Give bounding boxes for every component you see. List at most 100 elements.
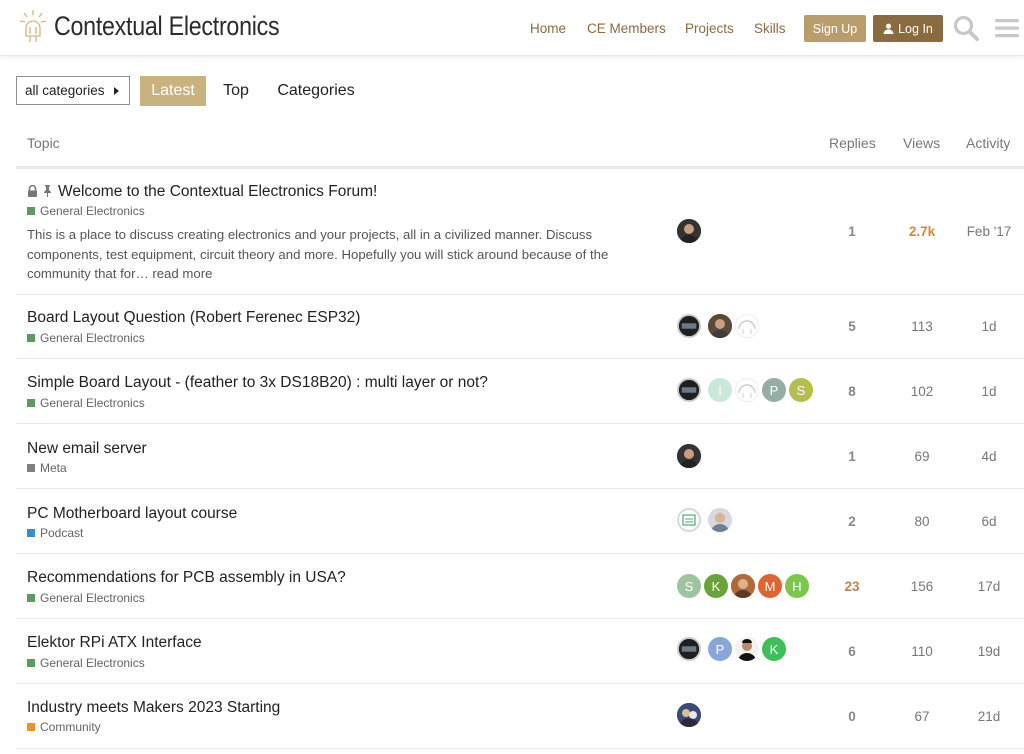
poster-avatar[interactable]: S <box>677 574 701 598</box>
replies-count: 5 <box>848 319 856 334</box>
tab-categories[interactable]: Categories <box>270 76 362 106</box>
row-divider <box>16 358 1024 359</box>
category-badge-icon <box>27 399 35 407</box>
tab-top[interactable]: Top <box>215 76 257 106</box>
topic-category[interactable]: Podcast <box>27 526 83 540</box>
category-dropdown[interactable]: all categories <box>16 76 130 105</box>
poster-avatar[interactable] <box>735 637 759 661</box>
logo-avatar-icon <box>682 514 696 526</box>
poster-avatar[interactable]: M <box>758 574 782 598</box>
row-divider <box>16 423 1024 424</box>
poster-avatar[interactable]: H <box>785 574 809 598</box>
topic-category[interactable]: General Electronics <box>27 204 145 218</box>
views-count: 67 <box>914 709 930 724</box>
row-divider <box>16 294 1024 295</box>
col-replies[interactable]: Replies <box>829 135 876 151</box>
topic-title[interactable]: Board Layout Question (Robert Ferenec ES… <box>27 309 360 327</box>
topic-category[interactable]: Community <box>27 720 101 734</box>
topic-title[interactable]: Simple Board Layout - (feather to 3x DS1… <box>27 374 488 392</box>
activity-time[interactable]: 6d <box>959 514 1019 529</box>
person-photo-icon <box>677 444 701 468</box>
nav-skills[interactable]: Skills <box>754 21 786 36</box>
board-photo-icon <box>679 316 699 336</box>
site-logo[interactable]: Contextual Electronics <box>18 8 316 44</box>
replies-count: 8 <box>848 384 856 399</box>
activity-time[interactable]: 1d <box>959 319 1019 334</box>
col-topic[interactable]: Topic <box>27 135 60 151</box>
logo-avatar-icon <box>738 320 756 334</box>
poster-avatar[interactable] <box>735 378 759 402</box>
poster-avatar[interactable]: K <box>704 574 728 598</box>
poster-avatar[interactable] <box>677 444 701 468</box>
nav-ce-members[interactable]: CE Members <box>587 21 666 36</box>
poster-avatar[interactable] <box>708 508 732 532</box>
poster-avatar[interactable]: K <box>762 637 786 661</box>
views-count: 110 <box>911 644 933 659</box>
nav-home[interactable]: Home <box>530 21 566 36</box>
board-photo-icon <box>679 639 699 659</box>
poster-avatar[interactable] <box>677 508 701 532</box>
category-badge-icon <box>27 659 35 667</box>
category-label: General Electronics <box>40 396 145 410</box>
poster-avatar[interactable] <box>677 314 701 338</box>
poster-avatar[interactable] <box>677 637 701 661</box>
topic-category[interactable]: General Electronics <box>27 396 145 410</box>
group-photo-icon <box>677 703 701 727</box>
topic-title[interactable]: Recommendations for PCB assembly in USA? <box>27 569 346 587</box>
search-icon[interactable] <box>952 14 980 42</box>
col-activity[interactable]: Activity <box>966 135 1010 151</box>
poster-avatar[interactable] <box>677 703 701 727</box>
category-label: General Electronics <box>40 656 145 670</box>
person-photo-icon <box>708 508 732 532</box>
activity-time[interactable]: 19d <box>959 644 1019 659</box>
poster-avatar[interactable]: S <box>789 378 813 402</box>
sign-up-button[interactable]: Sign Up <box>804 15 866 42</box>
user-icon <box>883 23 894 34</box>
category-label: Podcast <box>40 526 84 540</box>
tab-latest[interactable]: Latest <box>140 76 206 106</box>
poster-avatar[interactable] <box>677 219 701 243</box>
topic-category[interactable]: General Electronics <box>27 656 145 670</box>
category-label: General Electronics <box>40 204 145 218</box>
person-photo-icon <box>677 219 701 243</box>
views-count: 156 <box>910 579 934 594</box>
header-divider <box>16 166 1024 169</box>
topic-category[interactable]: Meta <box>27 461 67 475</box>
activity-time[interactable]: Feb '17 <box>959 224 1019 239</box>
site-header: Contextual Electronics Home CE Members P… <box>0 0 1024 56</box>
category-label: Meta <box>40 461 67 475</box>
poster-avatar[interactable] <box>708 314 732 338</box>
person-photo-icon <box>731 574 755 598</box>
replies-count: 2 <box>848 514 856 529</box>
activity-time[interactable]: 4d <box>959 449 1019 464</box>
category-label: General Electronics <box>40 591 145 605</box>
topic-title[interactable]: Welcome to the Contextual Electronics Fo… <box>58 183 377 201</box>
topic-title[interactable]: New email server <box>27 440 147 458</box>
log-in-button[interactable]: Log In <box>873 15 943 42</box>
topic-title[interactable]: Elektor RPi ATX Interface <box>27 634 202 652</box>
nav-projects[interactable]: Projects <box>685 21 734 36</box>
category-badge-icon <box>27 529 35 537</box>
poster-avatar[interactable] <box>731 574 755 598</box>
topic-title[interactable]: PC Motherboard layout course <box>27 505 237 523</box>
hamburger-menu-icon[interactable] <box>994 14 1022 42</box>
poster-avatar[interactable] <box>677 378 701 402</box>
topic-category[interactable]: General Electronics <box>27 591 145 605</box>
poster-avatar[interactable]: P <box>762 378 786 402</box>
views-count: 80 <box>914 514 930 529</box>
topic-category[interactable]: General Electronics <box>27 331 145 345</box>
views-count: 113 <box>911 319 933 334</box>
row-divider <box>16 618 1024 619</box>
poster-avatar[interactable] <box>735 314 759 338</box>
poster-avatar[interactable]: I <box>708 378 732 402</box>
topic-title[interactable]: Industry meets Makers 2023 Starting <box>27 699 280 717</box>
activity-time[interactable]: 21d <box>959 709 1019 724</box>
activity-time[interactable]: 17d <box>959 579 1019 594</box>
replies-count: 1 <box>848 224 856 239</box>
activity-time[interactable]: 1d <box>959 384 1019 399</box>
poster-avatar[interactable]: P <box>708 637 732 661</box>
replies-count: 6 <box>848 644 856 659</box>
col-views[interactable]: Views <box>903 135 940 151</box>
pin-icon <box>44 185 51 197</box>
row-divider <box>16 488 1024 489</box>
